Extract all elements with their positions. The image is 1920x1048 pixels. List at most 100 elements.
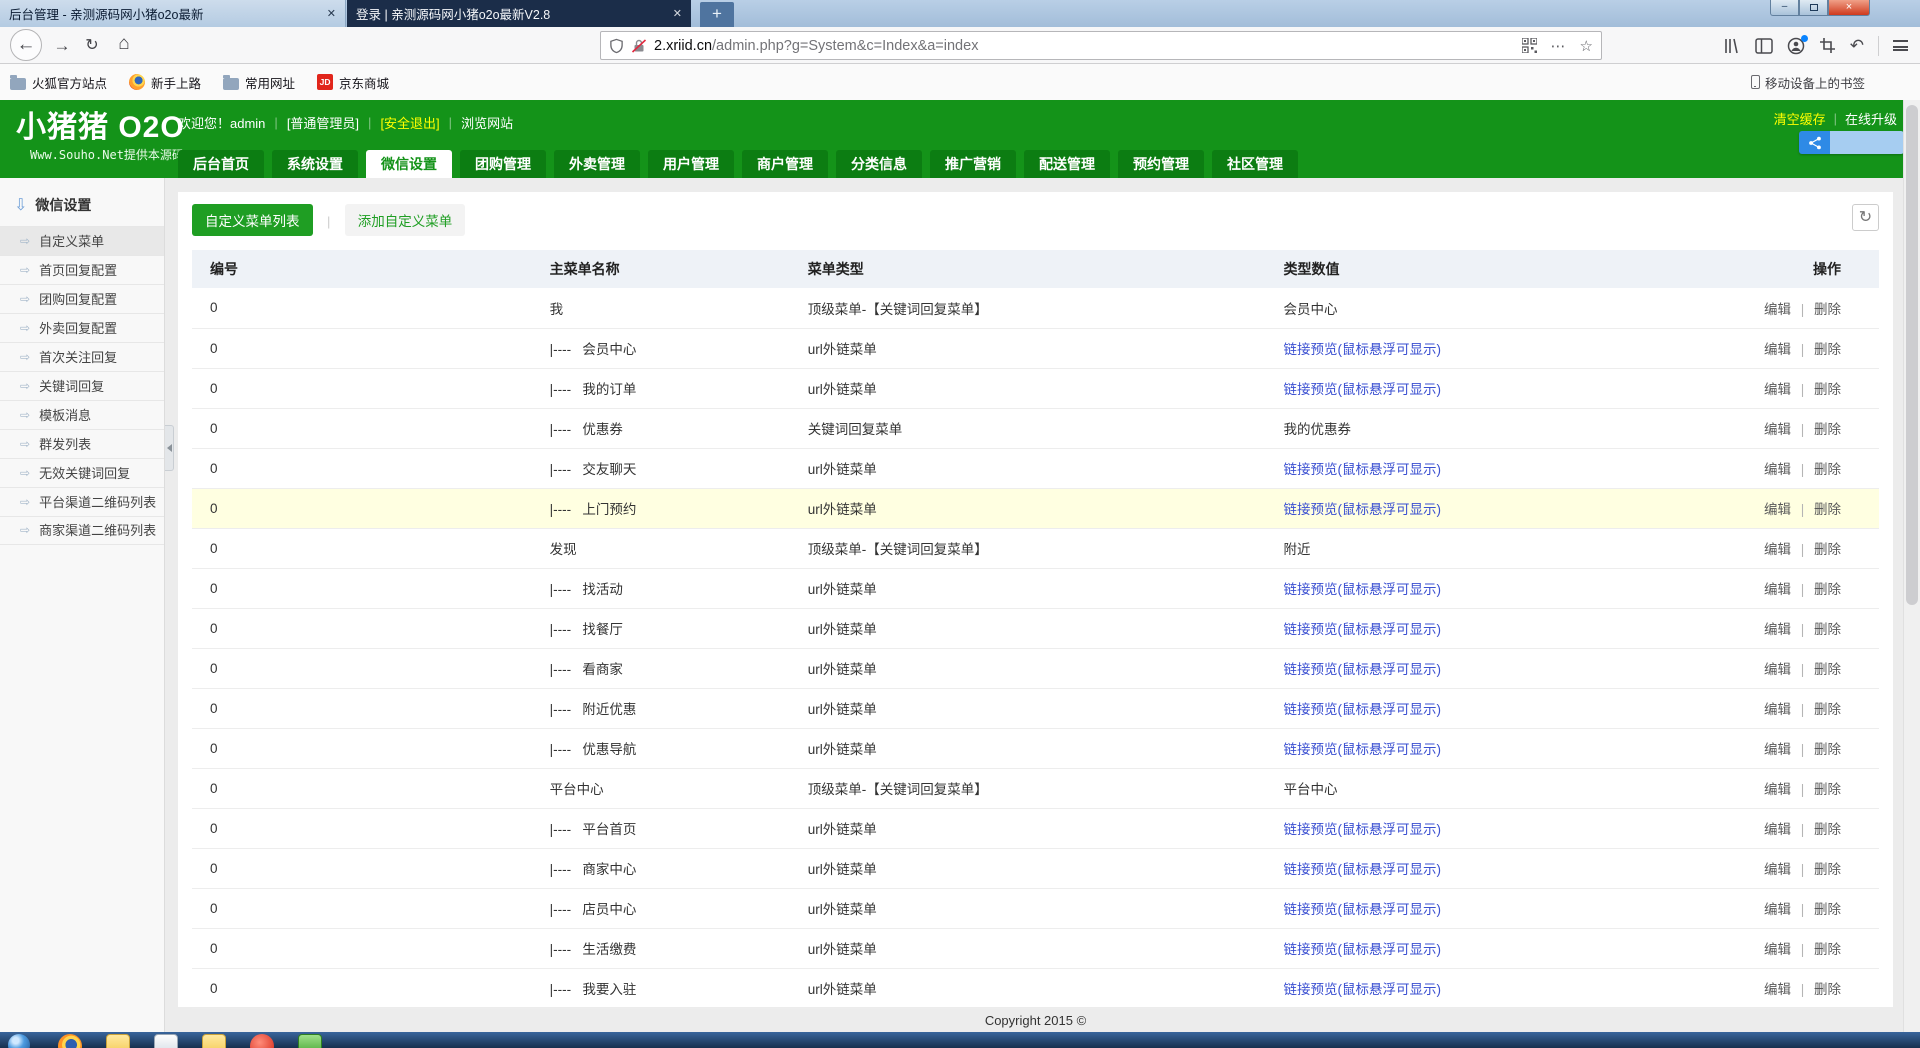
edit-link[interactable]: 编辑: [1764, 542, 1791, 557]
delete-link[interactable]: 删除: [1814, 542, 1841, 557]
menu-list-button[interactable]: 自定义菜单列表: [192, 204, 313, 236]
edit-link[interactable]: 编辑: [1764, 302, 1791, 317]
edit-link[interactable]: 编辑: [1764, 942, 1791, 957]
bookmark-item[interactable]: 常用网址: [223, 73, 295, 92]
taskbar-icon[interactable]: [154, 1034, 178, 1048]
screenshot-icon[interactable]: [1819, 37, 1836, 54]
nav-tab[interactable]: 社区管理: [1212, 150, 1298, 178]
tab-close-icon[interactable]: ✕: [665, 7, 682, 20]
edit-link[interactable]: 编辑: [1764, 822, 1791, 837]
edit-link[interactable]: 编辑: [1764, 422, 1791, 437]
url-text[interactable]: 2.xriid.cn/admin.php?g=System&c=Index&a=…: [654, 38, 1522, 54]
delete-link[interactable]: 删除: [1814, 662, 1841, 677]
delete-link[interactable]: 删除: [1814, 942, 1841, 957]
edit-link[interactable]: 编辑: [1764, 742, 1791, 757]
edit-link[interactable]: 编辑: [1764, 502, 1791, 517]
window-minimize-button[interactable]: –: [1770, 0, 1799, 16]
back-button[interactable]: ←: [10, 29, 42, 61]
bookmark-item[interactable]: JD 京东商城: [317, 73, 389, 92]
taskbar-icon[interactable]: [250, 1034, 274, 1048]
nav-tab[interactable]: 用户管理: [648, 150, 734, 178]
share-widget-panel[interactable]: [1830, 131, 1904, 154]
delete-link[interactable]: 删除: [1814, 342, 1841, 357]
window-close-button[interactable]: ×: [1828, 0, 1870, 16]
sidebar-item[interactable]: ⇨ 首页回复配置: [0, 255, 164, 284]
edit-link[interactable]: 编辑: [1764, 582, 1791, 597]
edit-link[interactable]: 编辑: [1764, 982, 1791, 997]
url-bar[interactable]: 2.xriid.cn/admin.php?g=System&c=Index&a=…: [600, 31, 1602, 60]
sidebar-collapse-handle[interactable]: [165, 425, 174, 471]
cell-type-value[interactable]: 链接预览(鼠标悬浮可显示): [1283, 382, 1441, 397]
delete-link[interactable]: 删除: [1814, 782, 1841, 797]
edit-link[interactable]: 编辑: [1764, 622, 1791, 637]
sidebar-item[interactable]: ⇨ 无效关键词回复: [0, 458, 164, 487]
nav-tab[interactable]: 配送管理: [1024, 150, 1110, 178]
cell-type-value[interactable]: 链接预览(鼠标悬浮可显示): [1283, 902, 1441, 917]
window-maximize-button[interactable]: [1799, 0, 1828, 16]
nav-tab[interactable]: 预约管理: [1118, 150, 1204, 178]
delete-link[interactable]: 删除: [1814, 302, 1841, 317]
delete-link[interactable]: 删除: [1814, 582, 1841, 597]
edit-link[interactable]: 编辑: [1764, 382, 1791, 397]
nav-tab[interactable]: 分类信息: [836, 150, 922, 178]
cell-type-value[interactable]: 链接预览(鼠标悬浮可显示): [1283, 662, 1441, 677]
delete-link[interactable]: 删除: [1814, 982, 1841, 997]
delete-link[interactable]: 删除: [1814, 902, 1841, 917]
browser-tab-inactive[interactable]: 登录 | 亲测源码网小猪o2o最新V2.8 ✕: [347, 0, 691, 27]
browser-tab-active[interactable]: 后台管理 - 亲测源码网小猪o2o最新 ✕: [0, 0, 346, 27]
account-icon[interactable]: [1787, 37, 1805, 55]
sidebar-item[interactable]: ⇨ 自定义菜单: [0, 226, 164, 255]
sidebar-item[interactable]: ⇨ 平台渠道二维码列表: [0, 487, 164, 516]
reload-button[interactable]: ↻: [80, 34, 104, 58]
delete-link[interactable]: 删除: [1814, 462, 1841, 477]
edit-link[interactable]: 编辑: [1764, 462, 1791, 477]
home-button[interactable]: ⌂: [112, 32, 136, 56]
taskbar-icon[interactable]: [8, 1034, 30, 1048]
taskbar-icon[interactable]: [106, 1034, 130, 1048]
mobile-bookmarks[interactable]: 移动设备上的书签: [1751, 64, 1920, 100]
cell-type-value[interactable]: 链接预览(鼠标悬浮可显示): [1283, 462, 1441, 477]
sidebar-item[interactable]: ⇨ 关键词回复: [0, 371, 164, 400]
nav-tab[interactable]: 团购管理: [460, 150, 546, 178]
delete-link[interactable]: 删除: [1814, 862, 1841, 877]
qr-code-icon[interactable]: [1522, 38, 1537, 53]
page-actions-icon[interactable]: ⋯: [1551, 37, 1566, 55]
restore-session-icon[interactable]: ↶: [1850, 36, 1864, 56]
cell-type-value[interactable]: 链接预览(鼠标悬浮可显示): [1283, 942, 1441, 957]
nav-tab[interactable]: 外卖管理: [554, 150, 640, 178]
nav-tab[interactable]: 系统设置: [272, 150, 358, 178]
delete-link[interactable]: 删除: [1814, 502, 1841, 517]
cell-type-value[interactable]: 链接预览(鼠标悬浮可显示): [1283, 982, 1441, 997]
cell-type-value[interactable]: 链接预览(鼠标悬浮可显示): [1283, 502, 1441, 517]
cell-type-value[interactable]: 链接预览(鼠标悬浮可显示): [1283, 342, 1441, 357]
refresh-button[interactable]: ↻: [1852, 204, 1879, 231]
logout-link[interactable]: [安全退出]: [380, 113, 439, 132]
delete-link[interactable]: 删除: [1814, 702, 1841, 717]
sidebar-item[interactable]: ⇨ 外卖回复配置: [0, 313, 164, 342]
browse-site-link[interactable]: 浏览网站: [461, 113, 513, 132]
tab-close-icon[interactable]: ✕: [319, 7, 336, 20]
online-upgrade-link[interactable]: 在线升级: [1845, 109, 1897, 128]
sidebar-item[interactable]: ⇨ 模板消息: [0, 400, 164, 429]
share-icon[interactable]: [1799, 131, 1830, 154]
share-widget[interactable]: [1799, 131, 1904, 154]
clear-cache-link[interactable]: 清空缓存: [1774, 109, 1826, 128]
tracking-shield-icon[interactable]: [609, 38, 624, 54]
sidebar-item[interactable]: ⇨ 首次关注回复: [0, 342, 164, 371]
cell-type-value[interactable]: 链接预览(鼠标悬浮可显示): [1283, 742, 1441, 757]
nav-tab[interactable]: 商户管理: [742, 150, 828, 178]
cell-type-value[interactable]: 链接预览(鼠标悬浮可显示): [1283, 822, 1441, 837]
delete-link[interactable]: 删除: [1814, 422, 1841, 437]
delete-link[interactable]: 删除: [1814, 382, 1841, 397]
edit-link[interactable]: 编辑: [1764, 902, 1791, 917]
delete-link[interactable]: 删除: [1814, 742, 1841, 757]
add-menu-button[interactable]: 添加自定义菜单: [345, 204, 466, 236]
sidebar-item[interactable]: ⇨ 商家渠道二维码列表: [0, 516, 164, 545]
library-icon[interactable]: [1723, 37, 1741, 55]
insecure-lock-icon[interactable]: [631, 38, 647, 54]
taskbar-icon[interactable]: [202, 1034, 226, 1048]
edit-link[interactable]: 编辑: [1764, 702, 1791, 717]
bookmark-item[interactable]: 火狐官方站点: [10, 73, 107, 92]
taskbar-icon[interactable]: [58, 1034, 82, 1048]
delete-link[interactable]: 删除: [1814, 622, 1841, 637]
